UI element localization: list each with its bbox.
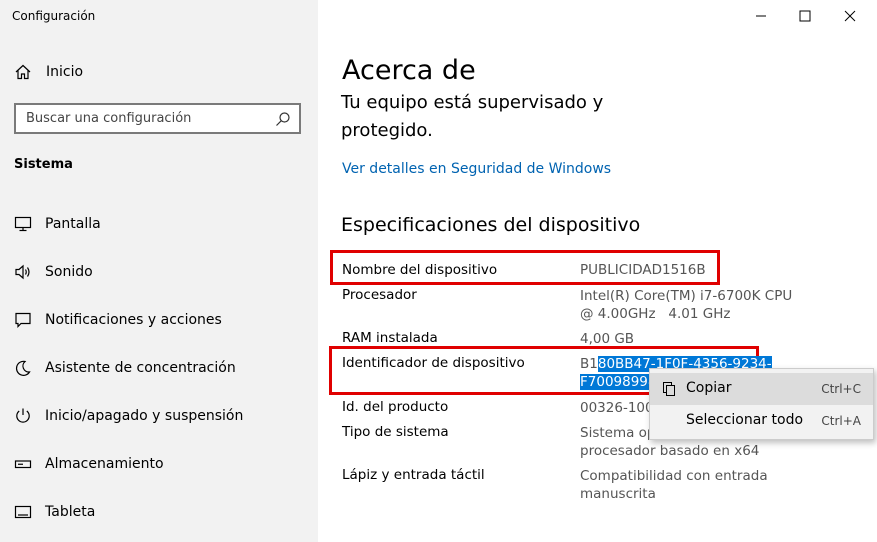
security-details-link[interactable]: Ver detalles en Seguridad de Windows <box>342 161 611 177</box>
context-menu-select-all-shortcut: Ctrl+A <box>821 414 861 428</box>
speaker-icon <box>15 264 30 280</box>
spec-value-ram: 4,00 GB <box>580 331 635 347</box>
app-title: Configuración <box>12 9 96 23</box>
spec-value-device-name: PUBLICIDAD1516B <box>580 262 706 278</box>
notification-icon <box>15 312 31 328</box>
spec-value-processor: Intel(R) Core(TM) i7-6700K CPU @ 4.00GHz… <box>580 287 800 323</box>
spec-value-pen-touch-line1: Compatibilidad con entrada <box>580 468 768 484</box>
search-input[interactable]: Buscar una configuración <box>14 103 301 134</box>
close-button[interactable] <box>827 0 873 32</box>
spec-label-pen-touch: Lápiz y entrada táctil <box>342 467 485 483</box>
sidebar-item-label: Notificaciones y acciones <box>45 312 222 328</box>
moon-icon <box>15 360 31 376</box>
nav-home-label: Inicio <box>46 64 84 80</box>
maximize-button[interactable] <box>782 0 828 32</box>
context-menu-select-all-label: Seleccionar todo <box>686 412 804 428</box>
context-menu-select-all[interactable]: Seleccionar todo Ctrl+A <box>650 405 873 437</box>
minimize-button[interactable] <box>738 0 784 32</box>
sidebar-item-label: Asistente de concentración <box>45 360 236 376</box>
search-placeholder: Buscar una configuración <box>26 111 192 126</box>
spec-label-system-type: Tipo de sistema <box>342 424 449 440</box>
sidebar-item-notificaciones[interactable]: Notificaciones y acciones <box>14 309 309 331</box>
sidebar: Configuración Inicio Buscar una configur… <box>0 0 318 542</box>
spec-value-pen-touch-line2: manuscrita <box>580 486 656 502</box>
context-menu-copy-label: Copiar <box>686 380 732 396</box>
nav-home[interactable]: Inicio <box>14 61 304 83</box>
search-icon[interactable] <box>275 111 291 127</box>
power-icon <box>16 408 30 423</box>
spec-label-ram: RAM instalada <box>342 330 438 346</box>
sidebar-item-label: Tableta <box>45 504 96 520</box>
spec-label-product-id: Id. del producto <box>342 399 449 415</box>
sidebar-item-almacenamiento[interactable]: Almacenamiento <box>14 453 309 475</box>
device-id-selected-2[interactable]: F70098998 <box>580 374 657 390</box>
sidebar-item-label: Almacenamiento <box>45 456 164 472</box>
home-icon <box>15 64 31 80</box>
sidebar-item-label: Inicio/apagado y suspensión <box>45 408 244 424</box>
spec-label-device-id: Identificador de dispositivo <box>342 355 525 371</box>
sidebar-item-sonido[interactable]: Sonido <box>14 261 309 283</box>
device-id-prefix: B1 <box>580 356 598 372</box>
page-title: Acerca de <box>342 55 476 86</box>
copy-icon <box>663 382 675 396</box>
sidebar-item-concentracion[interactable]: Asistente de concentración <box>14 357 309 379</box>
spec-label-processor: Procesador <box>342 287 417 303</box>
spec-label-device-name: Nombre del dispositivo <box>342 262 498 278</box>
section-title: Sistema <box>14 157 73 172</box>
sidebar-item-label: Pantalla <box>45 216 101 232</box>
tablet-icon <box>14 505 32 519</box>
minimize-icon <box>756 15 766 17</box>
spec-value-pen-touch: Compatibilidad con entrada manuscrita <box>580 467 800 503</box>
storage-icon <box>14 460 32 469</box>
context-menu-copy[interactable]: Copiar Ctrl+C <box>650 373 873 405</box>
context-menu: Copiar Ctrl+C Seleccionar todo Ctrl+A <box>649 368 874 440</box>
context-menu-copy-shortcut: Ctrl+C <box>821 382 861 396</box>
sidebar-item-energia[interactable]: Inicio/apagado y suspensión <box>14 405 309 427</box>
sidebar-item-label: Sonido <box>45 264 93 280</box>
sidebar-item-pantalla[interactable]: Pantalla <box>14 213 309 235</box>
spec-value-processor-line2: @ 4.00GHz 4.01 GHz <box>580 306 731 322</box>
spec-value-system-type-line2: procesador basado en x64 <box>580 443 760 459</box>
protection-status-text: Tu equipo está supervisado y protegido. <box>341 92 604 141</box>
maximize-icon <box>799 10 811 22</box>
sidebar-item-tableta[interactable]: Tableta <box>14 501 309 523</box>
spec-value-processor-line1: Intel(R) Core(TM) i7-6700K CPU <box>580 288 793 304</box>
specs-title: Especificaciones del dispositivo <box>341 214 641 236</box>
monitor-icon <box>14 216 32 232</box>
close-icon <box>844 10 856 22</box>
